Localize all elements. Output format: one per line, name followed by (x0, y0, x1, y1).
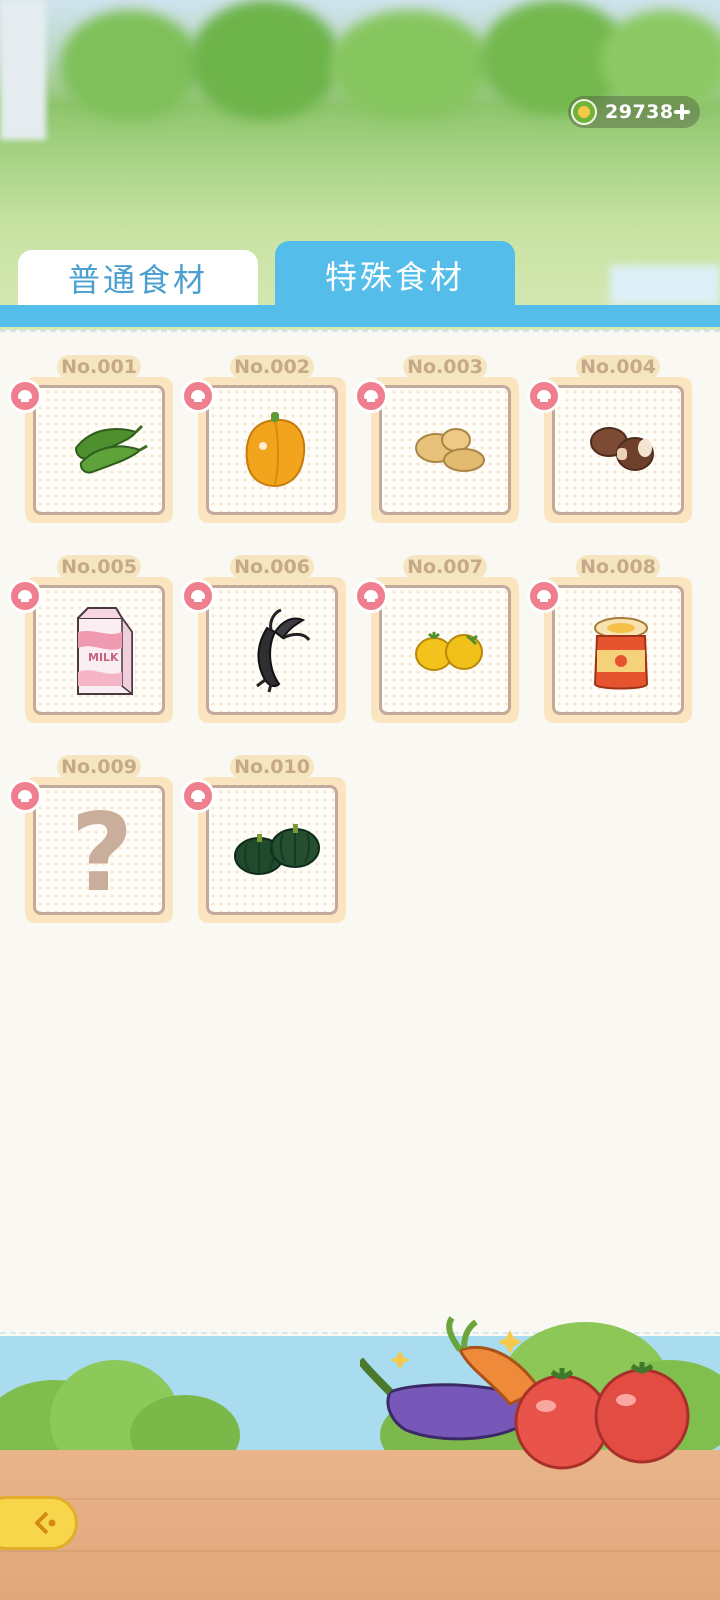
chef-hat-badge (181, 379, 215, 413)
chef-hat-icon (191, 790, 205, 802)
chef-hat-badge (354, 379, 388, 413)
ingredient-card-locked[interactable]: ? No.009 (8, 755, 173, 923)
ingredient-card[interactable]: No.007 (354, 555, 519, 723)
item-number: No.009 (57, 755, 141, 779)
item-number: No.003 (403, 355, 487, 379)
item-number: No.010 (230, 755, 314, 779)
black-shrimp-icon (256, 608, 311, 693)
card-frame: ? (25, 777, 173, 923)
ingredient-card[interactable]: No.006 (181, 555, 346, 723)
chef-hat-icon (537, 590, 551, 602)
ingredient-card[interactable]: MILK No.005 (8, 555, 173, 723)
floor-line (0, 1498, 720, 1500)
card-frame (198, 577, 346, 723)
card-inner (379, 385, 511, 515)
chef-hat-icon (18, 390, 32, 402)
background-tree (190, 0, 340, 120)
chef-hat-icon (191, 390, 205, 402)
milk-carton-icon: MILK (77, 607, 133, 696)
card-inner (379, 585, 511, 715)
plus-icon[interactable] (670, 100, 694, 124)
sparkle-icon (498, 1330, 522, 1354)
tab-label: 特殊食材 (324, 258, 465, 296)
card-inner (552, 585, 684, 715)
yellow-tomato-icon (415, 632, 483, 671)
ingredient-card[interactable]: No.010 (181, 755, 346, 923)
divider (0, 330, 720, 332)
tab-special-ingredients[interactable]: 特殊食材 (275, 241, 515, 309)
chef-hat-icon (18, 590, 32, 602)
ingredient-card[interactable]: No.004 (527, 355, 692, 523)
background-tree (330, 10, 490, 120)
back-button[interactable] (0, 1496, 78, 1550)
card-inner (206, 585, 338, 715)
currency-value: 29738 (605, 101, 674, 123)
item-number: No.002 (230, 355, 314, 379)
chef-hat-icon (364, 590, 378, 602)
card-frame (198, 777, 346, 923)
tomato-icon (594, 1368, 690, 1464)
card-frame (25, 377, 173, 523)
question-mark-icon: ? (70, 790, 134, 916)
item-number: No.008 (576, 555, 660, 579)
background-tree (60, 10, 200, 120)
yellow-bell-pepper-icon (245, 412, 306, 488)
item-number: No.001 (57, 355, 141, 379)
item-number: No.005 (57, 555, 141, 579)
card-inner (33, 385, 165, 515)
chef-hat-badge (354, 579, 388, 613)
ingredient-card[interactable]: No.001 (8, 355, 173, 523)
chef-hat-badge (527, 379, 561, 413)
card-frame (371, 577, 519, 723)
currency-counter: 29738 (568, 96, 700, 128)
tomato-icon (514, 1374, 610, 1470)
mushroom-icon (590, 427, 654, 471)
milk-label: MILK (88, 651, 119, 664)
card-frame (371, 377, 519, 523)
background-pole (0, 0, 46, 140)
potato-icon (415, 428, 485, 472)
tab-normal-ingredients[interactable]: 普通食材 (18, 250, 258, 305)
chef-hat-badge (181, 579, 215, 613)
chef-hat-icon (364, 390, 378, 402)
back-arrow-icon (35, 1511, 56, 1535)
chef-hat-badge (8, 379, 42, 413)
chef-hat-badge (8, 579, 42, 613)
green-pepper-icon (74, 424, 148, 474)
ingredient-card[interactable]: No.002 (181, 355, 346, 523)
chef-hat-icon (18, 790, 32, 802)
card-inner (206, 385, 338, 515)
tab-label: 普通食材 (67, 260, 208, 299)
chef-hat-icon (537, 390, 551, 402)
item-number: No.007 (403, 555, 487, 579)
sparkle-icon (390, 1350, 410, 1370)
ingredient-card[interactable]: No.003 (354, 355, 519, 523)
pumpkin-icon (234, 824, 320, 875)
chef-hat-badge (181, 779, 215, 813)
vegetables-decoration (360, 1316, 690, 1470)
item-number: No.006 (230, 555, 314, 579)
floor-line (0, 1550, 720, 1552)
card-frame (544, 577, 692, 723)
coin-icon (571, 99, 597, 125)
item-number: No.004 (576, 355, 660, 379)
card-frame (544, 377, 692, 523)
chef-hat-badge (527, 579, 561, 613)
chef-hat-badge (8, 779, 42, 813)
card-inner (206, 785, 338, 915)
card-inner (552, 385, 684, 515)
card-inner: ? (33, 785, 165, 916)
background-window (610, 265, 720, 305)
jam-jar-icon (593, 617, 649, 690)
card-frame: MILK (25, 577, 173, 723)
card-frame (198, 377, 346, 523)
background-tree (600, 10, 720, 110)
card-inner: MILK (33, 585, 165, 715)
ingredient-card[interactable]: No.008 (527, 555, 692, 723)
chef-hat-icon (191, 590, 205, 602)
